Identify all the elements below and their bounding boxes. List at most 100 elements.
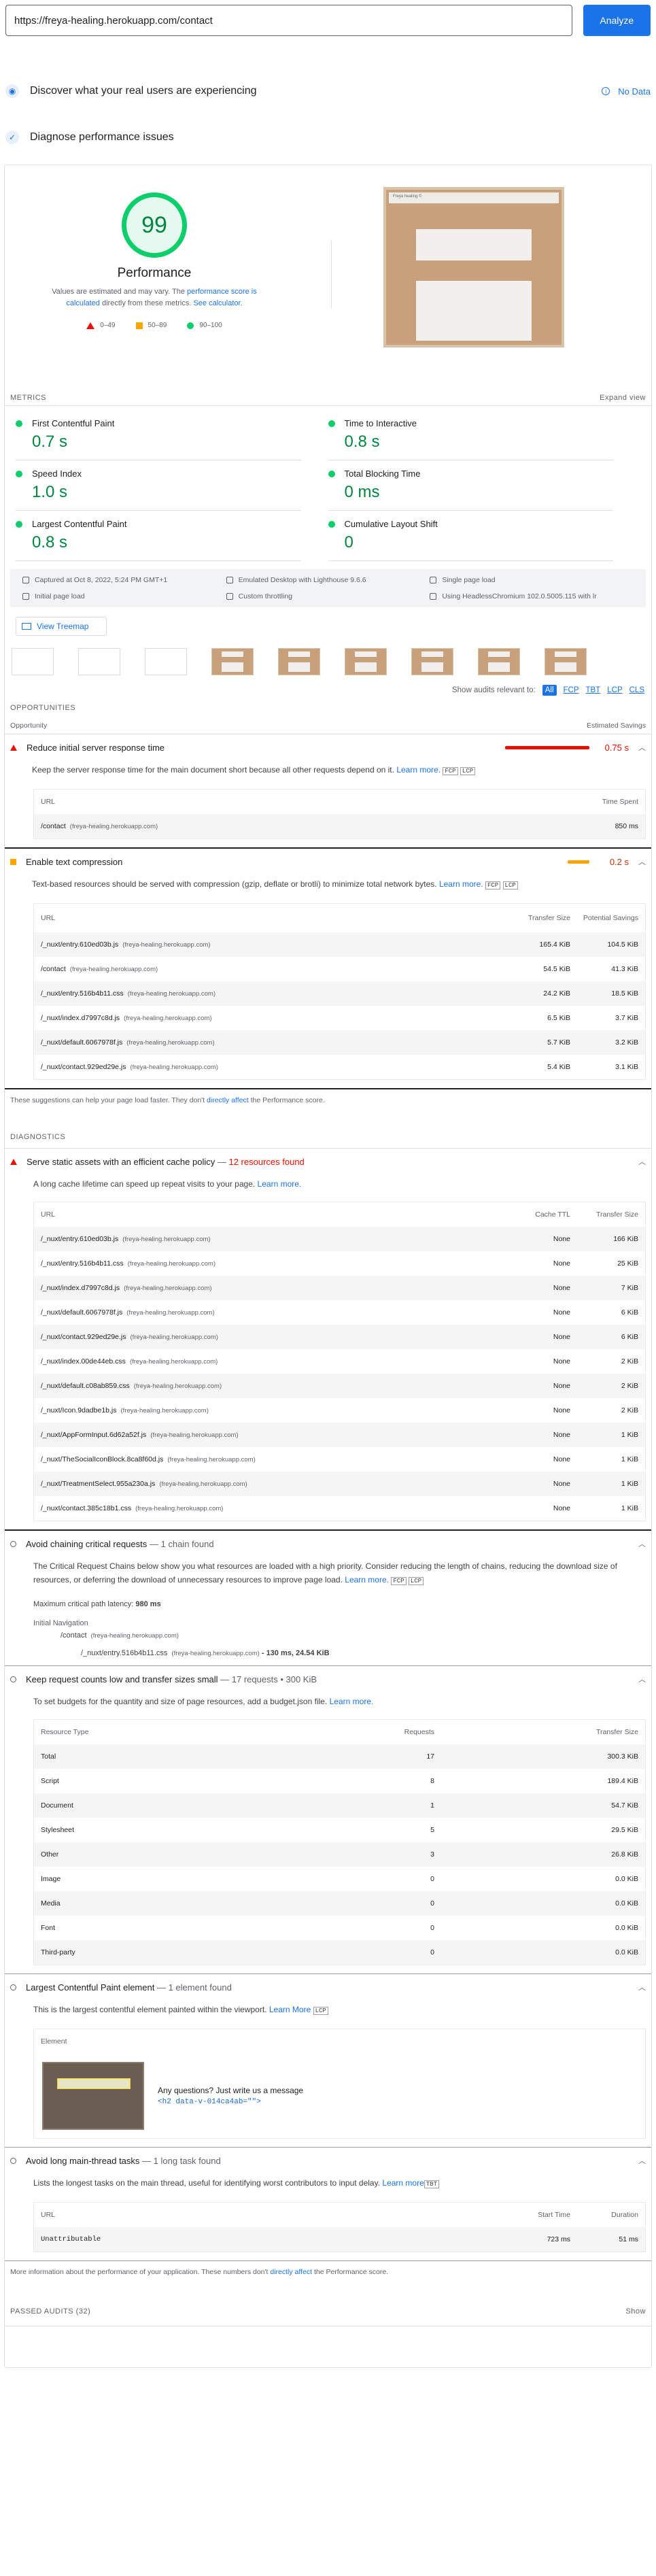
pass-icon	[16, 420, 22, 427]
pass-icon	[328, 470, 335, 477]
table-row: Font 0 0.0 KiB	[41, 1924, 638, 1932]
info-icon	[10, 1676, 16, 1682]
filmstrip-frame	[12, 648, 54, 675]
table-row: /_nuxt/index.d7997c8d.js (freya-healing.h…	[41, 1014, 638, 1022]
no-data-status: i No Data	[602, 86, 651, 97]
opportunities-footnote: These suggestions can help your page loa…	[10, 1096, 325, 1104]
final-screenshot: Freya healing ©	[383, 187, 564, 348]
url-input[interactable]: https://freya-healing.herokuapp.com/cont…	[5, 5, 572, 36]
table-row: Image 0 0.0 KiB	[41, 1875, 638, 1883]
no-data-label: No Data	[618, 86, 651, 97]
learn-more-link[interactable]: Learn more.	[439, 879, 483, 889]
chevron-up-icon[interactable]: ︿	[638, 1156, 646, 1167]
table-row: Other 3 26.8 KiB	[34, 1842, 645, 1867]
diagnostics-header: DIAGNOSTICS	[5, 1125, 651, 1149]
longtasks-table: URL Start Time Duration Unattributable 723 …	[33, 2202, 646, 2252]
divider	[331, 240, 332, 308]
performance-score-gauge: 99	[122, 192, 187, 258]
filmstrip-frame	[545, 648, 587, 675]
show-passed-button[interactable]: Show	[625, 2307, 646, 2316]
info-icon: i	[602, 87, 610, 95]
pass-icon	[328, 420, 335, 427]
audit-server-response: Reduce initial server response time 0.75…	[5, 734, 651, 849]
table-row: Total 17 300.3 KiB	[34, 1744, 645, 1769]
filter-lcp[interactable]: LCP	[607, 686, 622, 694]
see-calculator-link[interactable]: See calculator.	[193, 299, 242, 307]
filter-cls[interactable]: CLS	[629, 686, 644, 694]
view-treemap-button[interactable]: View Treemap	[16, 617, 107, 636]
directly-affect-link[interactable]: directly affect	[270, 2268, 312, 2276]
page-icon	[430, 577, 437, 583]
metric-lcp: Largest Contentful Paint 0.8 s	[16, 511, 301, 561]
learn-more-link[interactable]: Learn more.	[396, 765, 441, 775]
chrome-icon	[430, 593, 437, 600]
chevron-up-icon[interactable]: ︿	[638, 856, 646, 867]
filter-tbt[interactable]: TBT	[586, 686, 601, 694]
audit-long-tasks: Avoid long main-thread tasks — 1 long ta…	[5, 2148, 651, 2261]
chevron-up-icon[interactable]: ︿	[638, 1982, 646, 1993]
info-icon	[10, 1540, 16, 1547]
audit-filter: Show audits relevant to: All FCP TBT LCP…	[451, 685, 644, 696]
expand-view-toggle[interactable]: Expand view	[600, 394, 646, 402]
lcp-element-thumbnail	[42, 2062, 144, 2130]
pass-icon	[187, 322, 194, 329]
pass-icon	[328, 520, 335, 528]
learn-more-link[interactable]: Learn more.	[345, 1575, 389, 1584]
diagnose-section: ✓ Diagnose performance issues	[0, 118, 656, 156]
chevron-up-icon[interactable]: ︿	[638, 1538, 646, 1549]
opportunities-columns: Opportunity Estimated Savings	[5, 712, 651, 734]
filter-fcp[interactable]: FCP	[564, 686, 579, 694]
table-row: Unattributable 723 ms 51 ms	[34, 2227, 645, 2252]
table-row: /_nuxt/default.6067978f.js (freya-healing…	[41, 1308, 638, 1317]
screenshot-header: Freya healing ©	[389, 192, 559, 203]
budget-table: Resource Type Requests Transfer Size Total…	[33, 1719, 646, 1965]
filmstrip-frame	[478, 648, 520, 675]
table-row: Script 8 189.4 KiB	[41, 1777, 638, 1785]
diagnose-title: Diagnose performance issues	[30, 131, 174, 143]
audit-header[interactable]: Largest Contentful Paint element — 1 ele…	[5, 1974, 651, 2000]
diagnostics-footnote: More information about the performance o…	[10, 2268, 389, 2276]
table-row: /_nuxt/default.6067978f.js (freya-healing…	[34, 1030, 645, 1055]
passed-audits[interactable]: PASSED AUDITS (32) Show	[5, 2297, 651, 2326]
cache-table: URL Cache TTL Transfer Size /_nuxt/entry.6…	[33, 1202, 646, 1521]
filmstrip	[12, 648, 646, 678]
filter-all[interactable]: All	[542, 685, 557, 696]
calendar-icon	[22, 577, 29, 583]
lcp-element-text: Any questions? Just write us a message	[158, 2086, 304, 2095]
fail-icon	[86, 322, 95, 329]
field-data-title: Discover what your real users are experi…	[30, 85, 257, 97]
audit-header[interactable]: Avoid chaining critical requests — 1 cha…	[5, 1531, 651, 1557]
audit-header[interactable]: Reduce initial server response time 0.75…	[5, 734, 651, 760]
performance-label: Performance	[117, 266, 192, 280]
audit-lcp-element: Largest Contentful Paint element — 1 ele…	[5, 1974, 651, 2148]
table-row: /_nuxt/index.00de44eb.css (freya-healing.…	[41, 1357, 638, 1366]
metric-cls: Cumulative Layout Shift 0	[328, 511, 613, 561]
audit-header[interactable]: Avoid long main-thread tasks — 1 long ta…	[5, 2148, 651, 2173]
filmstrip-frame	[145, 648, 187, 675]
savings-bar	[505, 745, 589, 749]
audit-header[interactable]: Serve static assets with an efficient ca…	[5, 1149, 651, 1174]
info-icon	[10, 2157, 16, 2164]
learn-more-link[interactable]: Learn More	[269, 2005, 311, 2014]
analyze-button[interactable]: Analyze	[583, 5, 651, 36]
field-data-section[interactable]: ◉ Discover what your real users are expe…	[0, 72, 656, 110]
audit-text-compression: Enable text compression 0.2 s ︿ Text-bas…	[5, 849, 651, 1089]
filmstrip-frame	[278, 648, 320, 675]
diagnose-icon: ✓	[5, 131, 19, 144]
audit-resource-budget: Keep request counts low and transfer siz…	[5, 1666, 651, 1974]
fail-icon	[10, 1158, 17, 1165]
directly-affect-link[interactable]: directly affect	[207, 1096, 249, 1104]
chevron-up-icon[interactable]: ︿	[638, 1674, 646, 1684]
filmstrip-frame	[345, 648, 387, 675]
learn-more-link[interactable]: Learn more.	[258, 1179, 302, 1189]
learn-more-link[interactable]: Learn more.	[330, 1697, 374, 1706]
table-row: /_nuxt/entry.610ed03b.js (freya-healing.h…	[34, 932, 645, 957]
audit-header[interactable]: Keep request counts low and transfer siz…	[5, 1666, 651, 1692]
audit-critical-chains: Avoid chaining critical requests — 1 cha…	[5, 1531, 651, 1666]
pass-icon	[16, 520, 22, 528]
chevron-up-icon[interactable]: ︿	[638, 742, 646, 753]
wifi-icon	[226, 593, 233, 600]
learn-more-link[interactable]: Learn more	[382, 2178, 424, 2188]
audit-header[interactable]: Enable text compression 0.2 s ︿	[5, 849, 651, 875]
chevron-up-icon[interactable]: ︿	[638, 2155, 646, 2166]
